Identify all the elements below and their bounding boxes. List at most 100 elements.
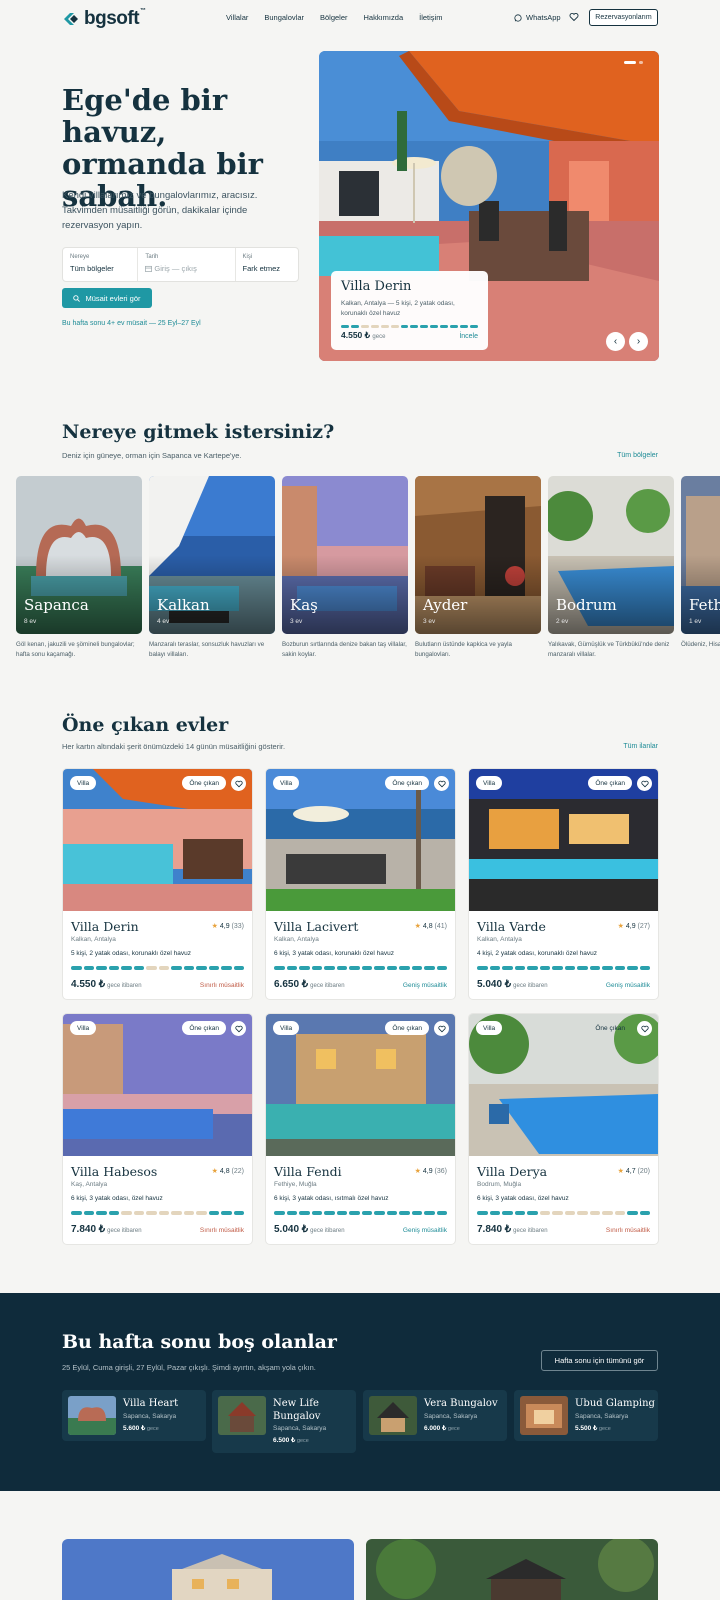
promo-image[interactable] [366, 1539, 658, 1600]
featured-badge: Öne çıkan [588, 776, 632, 790]
availability-day [502, 1211, 513, 1215]
availability-strip [477, 966, 650, 970]
availability-day [390, 325, 399, 328]
availability-day [299, 1211, 310, 1215]
region-name: Kalkan [157, 596, 210, 614]
hero-featured-card[interactable]: Villa Derin Kalkan, Antalya — 5 kişi, 2 … [331, 271, 488, 350]
listing-price: 7.840 ₺ gece itibaren [477, 1224, 548, 1235]
region-card-ayder[interactable]: Ayder 3 ev [415, 476, 541, 634]
whatsapp-link[interactable]: WhatsApp [514, 13, 561, 22]
weekend-item-thumb [369, 1396, 417, 1435]
availability-day [83, 966, 94, 970]
availability-day [602, 966, 613, 970]
carousel-next-button[interactable]: › [629, 332, 648, 351]
availability-day [436, 1211, 447, 1215]
availability-day [146, 1211, 157, 1215]
all-regions-link[interactable]: Tüm bölgeler [617, 452, 658, 459]
favorite-button[interactable] [434, 776, 449, 791]
type-badge: Villa [476, 1021, 503, 1035]
all-listings-link[interactable]: Tüm ilanlar [623, 743, 658, 750]
hero-card-link[interactable]: İncele [459, 333, 478, 340]
region-card-sapanca[interactable]: Sapanca 8 ev [16, 476, 142, 634]
reservations-button[interactable]: Rezervasyonlarım [589, 9, 658, 26]
search-where-field[interactable]: Nereye Tüm bölgeler [63, 248, 139, 281]
availability-status: Geniş müsaitlik [402, 1227, 447, 1234]
availability-day [386, 966, 397, 970]
availability-day [577, 966, 588, 970]
weekend-see-all-button[interactable]: Hafta sonu için tümünü gör [541, 1350, 658, 1371]
weekend-item[interactable]: Ubud Glamping Sapanca, Sakarya 5.500 ₺ g… [514, 1390, 658, 1441]
guests-value: Fark etmez [242, 264, 281, 273]
availability-day [424, 1211, 435, 1215]
availability-day [311, 966, 322, 970]
availability-day [477, 1211, 488, 1215]
nav-bungalovlar[interactable]: Bungalovlar [264, 13, 304, 22]
heart-icon [437, 780, 446, 787]
region-count: 4 ev [157, 618, 170, 625]
listing-card[interactable]: Villa Öne çıkan Villa Varde ★ 4,9 (27) Kalka… [468, 768, 659, 1000]
availability-day [602, 1211, 613, 1215]
region-card-bodrum[interactable]: Bodrum 2 ev [548, 476, 674, 634]
listing-desc: 6 kişi, 3 yatak odası, ısıtmalı özel hav… [274, 1195, 389, 1202]
region-card-kalkan[interactable]: Kalkan 4 ev [149, 476, 275, 634]
listing-rating: ★ 4,8 (41) [414, 923, 447, 930]
availability-status: Sınırlı müsaitlik [199, 982, 244, 989]
availability-day [336, 966, 347, 970]
nav-villalar[interactable]: Villalar [226, 13, 248, 22]
weekend-item-price: 6.500 ₺ gece [273, 1437, 309, 1444]
listing-rating: ★ 4,9 (36) [414, 1168, 447, 1175]
favorites-heart-icon[interactable] [569, 12, 579, 22]
listing-card[interactable]: Villa Öne çıkan Villa Lacivert ★ 4,8 (41) Ka… [265, 768, 456, 1000]
logo[interactable]: bgsoft™ [62, 8, 146, 30]
region-name: Fethiye [689, 596, 720, 614]
search-date-field[interactable]: Tarih Giriş — çıkış [138, 248, 236, 281]
favorite-button[interactable] [434, 1021, 449, 1036]
listing-card[interactable]: Villa Öne çıkan Villa Derin ★ 4,9 (33) Kalka… [62, 768, 253, 1000]
featured-badge: Öne çıkan [595, 1024, 625, 1032]
availability-day [627, 966, 638, 970]
favorite-button[interactable] [231, 776, 246, 791]
weekend-item[interactable]: Vera Bungalov Sapanca, Sakarya 6.000 ₺ g… [363, 1390, 507, 1441]
availability-day [589, 966, 600, 970]
weekend-subtitle: 25 Eylül, Cuma girişli, 27 Eylül, Pazar … [62, 1363, 316, 1372]
region-desc: Manzaralı teraslar, sonsuzluk havuzları … [149, 641, 265, 658]
weekend-item[interactable]: Villa Heart Sapanca, Sakarya 5.600 ₺ gec… [62, 1390, 206, 1441]
listing-card[interactable]: Villa Öne çıkan Villa Derya ★ 4,7 (20) Bodru… [468, 1013, 659, 1245]
availability-day [349, 966, 360, 970]
region-card-kas[interactable]: Kaş 3 ev [282, 476, 408, 634]
availability-day [324, 1211, 335, 1215]
nav-hakkimizda[interactable]: Hakkımızda [364, 13, 404, 22]
listing-card[interactable]: Villa Öne çıkan Villa Habesos ★ 4,8 (22) Kaş… [62, 1013, 253, 1245]
region-name: Sapanca [24, 596, 89, 614]
weekend-item[interactable]: New Life Bungalov Sapanca, Sakarya 6.500… [212, 1390, 356, 1453]
availability-day [514, 966, 525, 970]
availability-day [639, 1211, 650, 1215]
nav-iletisim[interactable]: İletişim [419, 13, 442, 22]
favorite-button[interactable] [637, 1021, 652, 1036]
availability-strip [341, 325, 478, 328]
favorite-button[interactable] [231, 1021, 246, 1036]
listing-card[interactable]: Villa Öne çıkan Villa Fendi ★ 4,9 (36) Fethi… [265, 1013, 456, 1245]
carousel-dot[interactable] [624, 61, 636, 64]
star-icon: ★ [211, 923, 218, 930]
region-desc: Yalıkavak, Gümüşlük ve Türkbükü'nde deni… [548, 641, 670, 658]
promo-image[interactable] [62, 1539, 354, 1600]
region-card-fethiye[interactable]: Fethiye 1 ev [681, 476, 720, 634]
availability-day [108, 966, 119, 970]
carousel-dot[interactable] [639, 61, 643, 64]
search-button[interactable]: Müsait evleri gör [62, 288, 152, 308]
favorite-button[interactable] [637, 776, 652, 791]
search-guests-field[interactable]: Kişi Fark etmez [236, 248, 299, 281]
weekend-item-price: 6.000 ₺ gece [424, 1425, 460, 1432]
weekend-item-price: 5.600 ₺ gece [123, 1425, 159, 1432]
availability-day [361, 1211, 372, 1215]
availability-strip [274, 1211, 447, 1215]
search-icon [73, 294, 81, 302]
availability-day [158, 1211, 169, 1215]
availability-day [274, 966, 285, 970]
nav-bolgeler[interactable]: Bölgeler [320, 13, 348, 22]
carousel-prev-button[interactable]: ‹ [606, 332, 625, 351]
availability-day [121, 1211, 132, 1215]
weekend-availability-note[interactable]: Bu hafta sonu 4+ ev müsait — 25 Eyl–27 E… [62, 320, 201, 327]
availability-day [489, 1211, 500, 1215]
